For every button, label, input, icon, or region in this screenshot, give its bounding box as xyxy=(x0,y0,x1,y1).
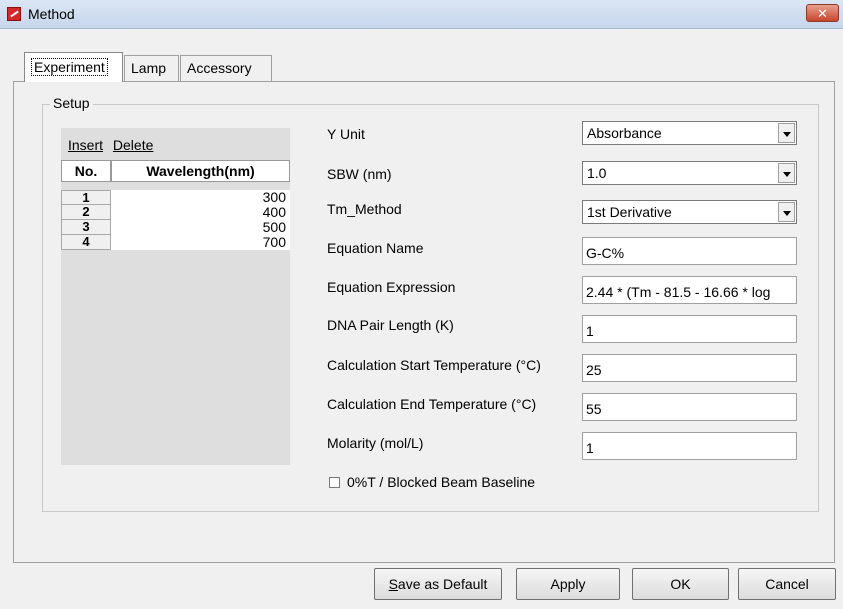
save-default-label: ave as Default xyxy=(397,576,488,592)
table-row[interactable]: 2 400 xyxy=(61,205,290,220)
tm-method-label: Tm_Method xyxy=(327,201,402,217)
wavelength-cell[interactable]: 700 xyxy=(111,235,290,250)
cancel-button[interactable]: Cancel xyxy=(738,568,836,600)
sbw-value: 1.0 xyxy=(587,165,607,181)
grid-header: No. Wavelength(nm) xyxy=(61,160,290,182)
row-number: 1 xyxy=(61,190,111,205)
column-header-no: No. xyxy=(61,160,111,182)
table-row[interactable]: 3 500 xyxy=(61,220,290,235)
window-title: Method xyxy=(28,6,75,22)
equation-expression-label: Equation Expression xyxy=(327,279,456,295)
baseline-checkbox[interactable] xyxy=(329,477,340,488)
app-icon xyxy=(7,7,21,21)
calc-end-temp-label: Calculation End Temperature (°C) xyxy=(327,396,537,412)
calc-end-temp-input[interactable]: 55 xyxy=(582,393,797,421)
ok-button[interactable]: OK xyxy=(632,568,729,600)
molarity-input[interactable]: 1 xyxy=(582,432,797,460)
wavelength-cell[interactable]: 500 xyxy=(111,220,290,235)
tab-lamp[interactable]: Lamp xyxy=(124,55,179,81)
tab-accessory[interactable]: Accessory xyxy=(180,55,272,81)
row-number: 4 xyxy=(61,235,111,250)
tab-experiment-label: Experiment xyxy=(31,58,108,76)
table-row[interactable]: 1 300 xyxy=(61,190,290,205)
chevron-down-icon[interactable] xyxy=(778,202,795,222)
dna-pair-length-label: DNA Pair Length (K) xyxy=(327,317,454,333)
title-bar: Method ✕ xyxy=(0,0,843,29)
wavelength-cell[interactable]: 300 xyxy=(111,190,290,205)
insert-label: Insert xyxy=(68,137,104,153)
grid-menu: Insert Delete xyxy=(68,137,159,153)
equation-expression-input[interactable]: 2.44 * (Tm - 81.5 - 16.66 * log xyxy=(582,276,797,304)
tm-method-select[interactable]: 1st Derivative xyxy=(582,200,797,224)
delete-button[interactable]: Delete xyxy=(113,137,153,153)
grid-rows: 1 300 2 400 3 500 4 700 xyxy=(61,190,290,250)
delete-label: Delete xyxy=(112,137,154,153)
baseline-checkbox-label[interactable]: 0%T / Blocked Beam Baseline xyxy=(347,474,535,490)
close-button[interactable]: ✕ xyxy=(806,4,839,22)
dna-pair-length-input[interactable]: 1 xyxy=(582,315,797,343)
column-header-wavelength: Wavelength(nm) xyxy=(111,160,290,182)
tab-experiment[interactable]: Experiment xyxy=(24,52,123,82)
equation-name-label: Equation Name xyxy=(327,240,424,256)
tm-method-value: 1st Derivative xyxy=(587,204,672,220)
y-unit-label: Y Unit xyxy=(327,126,365,142)
equation-name-input[interactable]: G-C% xyxy=(582,237,797,265)
molarity-label: Molarity (mol/L) xyxy=(327,435,424,451)
save-default-mnemonic: S xyxy=(388,576,398,592)
save-as-default-button[interactable]: Save as Default xyxy=(374,568,502,600)
setup-legend: Setup xyxy=(50,95,93,111)
sbw-select[interactable]: 1.0 xyxy=(582,161,797,185)
insert-button[interactable]: Insert xyxy=(68,137,103,153)
chevron-down-icon[interactable] xyxy=(778,123,795,143)
calc-start-temp-label: Calculation Start Temperature (°C) xyxy=(327,357,541,373)
sbw-label: SBW (nm) xyxy=(327,166,392,182)
row-number: 3 xyxy=(61,220,111,235)
row-number: 2 xyxy=(61,205,111,220)
chevron-down-icon[interactable] xyxy=(778,163,795,183)
calc-start-temp-input[interactable]: 25 xyxy=(582,354,797,382)
apply-button[interactable]: Apply xyxy=(516,568,620,600)
wavelength-cell[interactable]: 400 xyxy=(111,205,290,220)
y-unit-value: Absorbance xyxy=(587,125,662,141)
table-row[interactable]: 4 700 xyxy=(61,235,290,250)
y-unit-select[interactable]: Absorbance xyxy=(582,121,797,145)
